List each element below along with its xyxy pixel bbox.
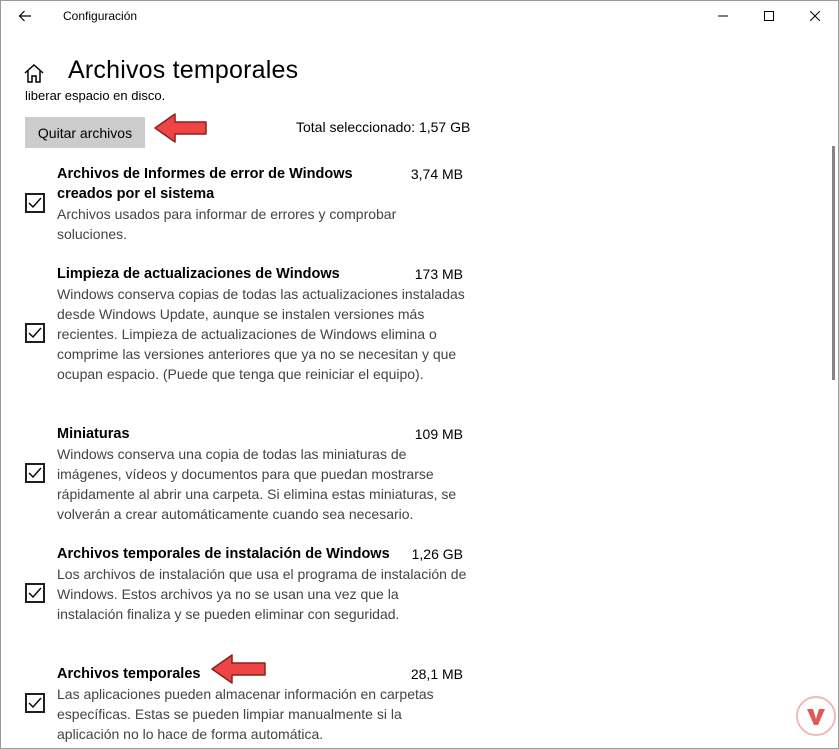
checkmark-icon — [28, 197, 42, 209]
item-title: Archivos temporales de instalación de Wi… — [57, 546, 390, 562]
minimize-button[interactable] — [700, 0, 746, 32]
red-arrow-icon — [211, 654, 266, 684]
clipped-description: liberar espacio en disco. — [25, 91, 166, 103]
red-arrow-icon — [154, 113, 207, 143]
item-checkbox[interactable] — [25, 693, 45, 713]
title-bar: Configuración — [0, 0, 839, 32]
maximize-button[interactable] — [746, 0, 792, 32]
remove-files-button[interactable]: Quitar archivos — [25, 117, 145, 148]
back-button[interactable] — [8, 2, 42, 30]
item-size: 3,74 MB — [410, 166, 463, 182]
item-size: 1,26 GB — [411, 546, 463, 562]
item-description: Las aplicaciones pueden almacenar inform… — [57, 686, 434, 742]
home-icon — [24, 63, 44, 83]
minimize-icon — [718, 15, 728, 17]
item-title: Archivos de Informes de error de Windows… — [57, 166, 353, 202]
back-arrow-icon — [18, 10, 31, 22]
item-size: 173 MB — [414, 266, 463, 282]
watermark-logo-icon — [796, 696, 836, 736]
checkmark-icon — [28, 697, 42, 709]
item-checkbox[interactable] — [25, 583, 45, 603]
page-title: Archivos temporales — [68, 56, 299, 84]
scrollbar-thumb[interactable] — [832, 146, 835, 380]
item-checkbox[interactable] — [25, 463, 45, 483]
maximize-icon — [764, 11, 774, 21]
home-button[interactable] — [23, 62, 47, 86]
item-description: Los archivos de instalación que usa el p… — [57, 566, 467, 622]
checkmark-icon — [28, 587, 42, 599]
close-button[interactable] — [792, 0, 838, 32]
checkmark-icon — [28, 327, 42, 339]
item-description: Archivos usados para informar de errores… — [57, 206, 397, 242]
item-checkbox[interactable] — [25, 193, 45, 213]
checkmark-icon — [28, 467, 42, 479]
close-icon — [810, 11, 820, 21]
item-title: Limpieza de actualizaciones de Windows — [57, 266, 340, 282]
item-description: Windows conserva una copia de todas las … — [57, 446, 457, 522]
item-size: 109 MB — [414, 426, 463, 442]
item-title: Miniaturas — [57, 426, 130, 442]
item-description: Windows conserva copias de todas las act… — [57, 286, 465, 382]
item-checkbox[interactable] — [25, 323, 45, 343]
window-title: Configuración — [63, 9, 138, 23]
total-selected-label: Total seleccionado: 1,57 GB — [296, 119, 471, 135]
item-size: 28,1 MB — [410, 666, 463, 682]
